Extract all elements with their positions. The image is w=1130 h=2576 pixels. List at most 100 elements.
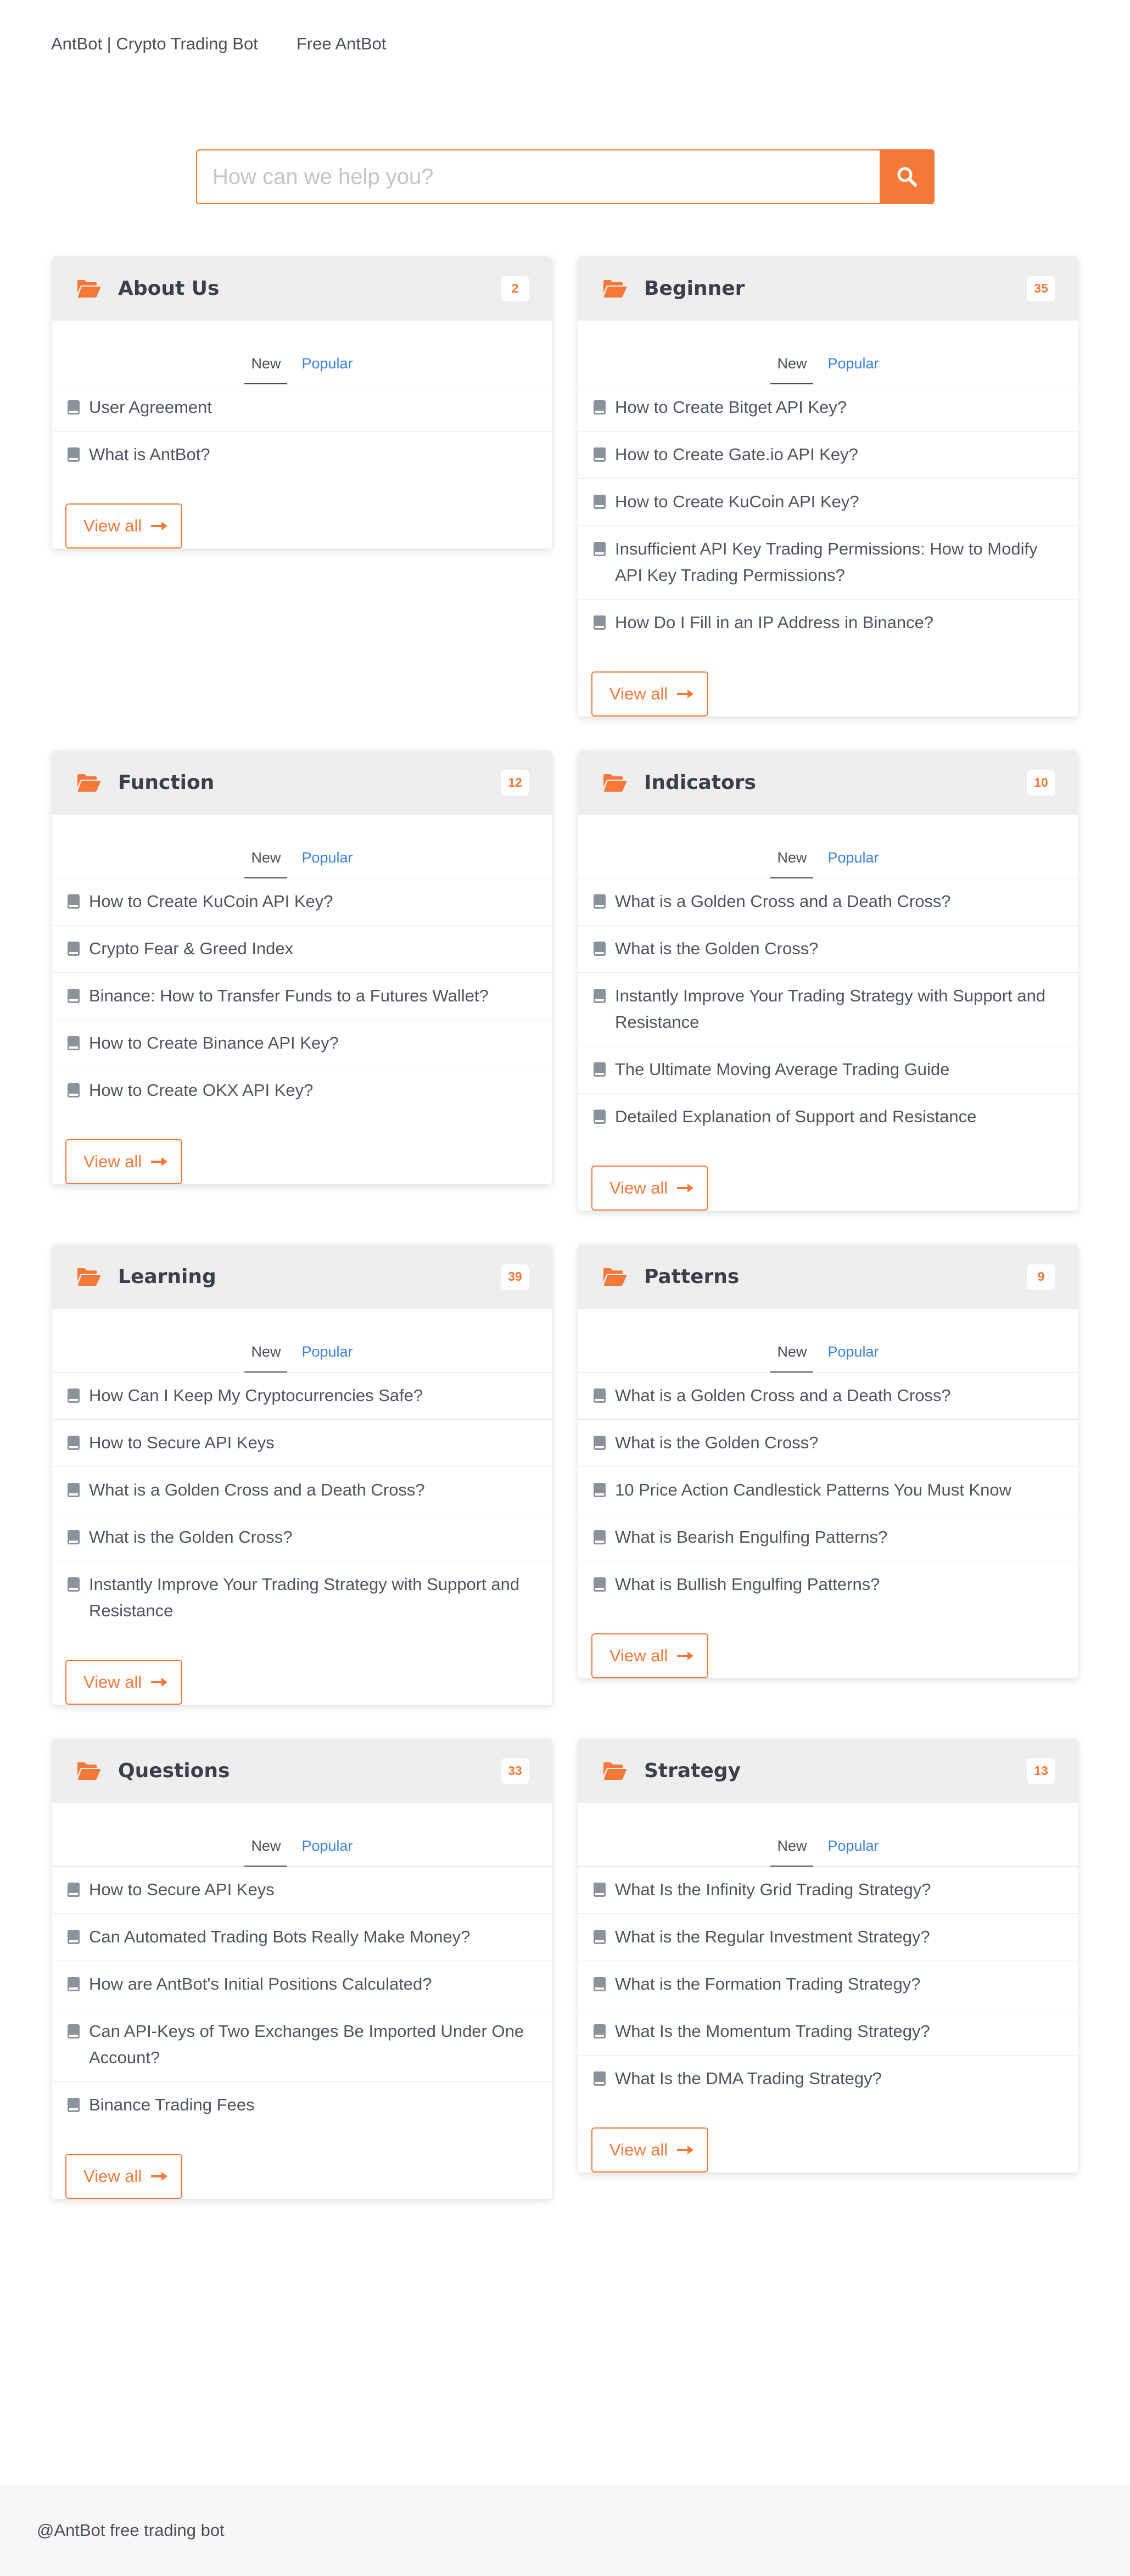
tab-popular[interactable]: Popular xyxy=(821,845,885,878)
category-header[interactable]: Beginner 35 xyxy=(578,256,1078,321)
category-header[interactable]: Strategy 13 xyxy=(578,1739,1078,1803)
category-header[interactable]: Function 12 xyxy=(52,751,552,815)
article-title[interactable]: Binance: How to Transfer Funds to a Futu… xyxy=(89,983,532,1009)
view-all-button[interactable]: View all xyxy=(591,1166,709,1211)
article-link[interactable]: What is the Golden Cross? xyxy=(52,1514,552,1561)
article-link[interactable]: What is the Formation Trading Strategy? xyxy=(578,1961,1078,2008)
view-all-button[interactable]: View all xyxy=(65,2154,183,2199)
article-title[interactable]: User Agreement xyxy=(89,394,532,421)
tab-popular[interactable]: Popular xyxy=(821,351,885,384)
article-link[interactable]: What Is the Momentum Trading Strategy? xyxy=(578,2008,1078,2056)
article-link[interactable]: What is the Golden Cross? xyxy=(578,926,1078,973)
article-link[interactable]: How Do I Fill in an IP Address in Binanc… xyxy=(578,600,1078,646)
tab-popular[interactable]: Popular xyxy=(295,351,359,384)
brand-link[interactable]: AntBot | Crypto Trading Bot xyxy=(51,34,258,54)
tab-popular[interactable]: Popular xyxy=(295,845,359,878)
search-button[interactable] xyxy=(880,149,935,204)
tab-new[interactable]: New xyxy=(244,351,288,384)
article-title[interactable]: What is the Formation Trading Strategy? xyxy=(615,1971,1058,1997)
category-title[interactable]: Patterns xyxy=(644,1265,1027,1288)
category-title[interactable]: Questions xyxy=(118,1760,501,1782)
article-title[interactable]: What is a Golden Cross and a Death Cross… xyxy=(615,1382,1058,1409)
article-title[interactable]: What is Bearish Engulfing Patterns? xyxy=(615,1524,1058,1550)
article-link[interactable]: User Agreement xyxy=(52,384,552,432)
article-link[interactable]: Can API-Keys of Two Exchanges Be Importe… xyxy=(52,2008,552,2082)
article-title[interactable]: What is the Golden Cross? xyxy=(89,1524,532,1550)
article-link[interactable]: What is Bullish Engulfing Patterns? xyxy=(578,1561,1078,1608)
article-title[interactable]: What is the Golden Cross? xyxy=(615,1430,1058,1456)
article-title[interactable]: Crypto Fear & Greed Index xyxy=(89,936,532,962)
tab-new[interactable]: New xyxy=(770,351,814,384)
tab-new[interactable]: New xyxy=(770,845,814,878)
category-title[interactable]: Strategy xyxy=(644,1760,1027,1782)
search-input[interactable] xyxy=(196,149,880,204)
article-link[interactable]: Instantly Improve Your Trading Strategy … xyxy=(52,1561,552,1634)
view-all-button[interactable]: View all xyxy=(591,671,709,716)
tab-popular[interactable]: Popular xyxy=(821,1833,885,1867)
article-link[interactable]: What Is the Infinity Grid Trading Strate… xyxy=(578,1867,1078,1914)
category-title[interactable]: Beginner xyxy=(644,277,1027,300)
article-title[interactable]: How are AntBot's Initial Positions Calcu… xyxy=(89,1971,532,1997)
free-antbot-link[interactable]: Free AntBot xyxy=(297,34,387,54)
view-all-button[interactable]: View all xyxy=(591,2127,709,2172)
article-link[interactable]: Binance Trading Fees xyxy=(52,2082,552,2129)
view-all-button[interactable]: View all xyxy=(65,1139,183,1184)
article-title[interactable]: What Is the Infinity Grid Trading Strate… xyxy=(615,1877,1058,1903)
article-link[interactable]: What is the Golden Cross? xyxy=(578,1420,1078,1467)
tab-new[interactable]: New xyxy=(770,1339,814,1373)
article-link[interactable]: Detailed Explanation of Support and Resi… xyxy=(578,1094,1078,1140)
article-title[interactable]: How to Create KuCoin API Key? xyxy=(615,489,1058,515)
category-header[interactable]: About Us 2 xyxy=(52,256,552,321)
category-header[interactable]: Patterns 9 xyxy=(578,1245,1078,1309)
article-title[interactable]: How to Secure API Keys xyxy=(89,1877,532,1903)
category-title[interactable]: About Us xyxy=(118,277,501,300)
tab-new[interactable]: New xyxy=(244,1339,288,1373)
article-link[interactable]: Insufficient API Key Trading Permissions… xyxy=(578,526,1078,600)
article-link[interactable]: What is Bearish Engulfing Patterns? xyxy=(578,1514,1078,1561)
view-all-button[interactable]: View all xyxy=(65,1660,183,1705)
article-title[interactable]: What Is the Momentum Trading Strategy? xyxy=(615,2018,1058,2045)
article-title[interactable]: What is a Golden Cross and a Death Cross… xyxy=(615,888,1058,915)
article-link[interactable]: 10 Price Action Candlestick Patterns You… xyxy=(578,1467,1078,1514)
article-link[interactable]: How to Create KuCoin API Key? xyxy=(52,878,552,926)
article-title[interactable]: Detailed Explanation of Support and Resi… xyxy=(615,1104,1058,1130)
tab-popular[interactable]: Popular xyxy=(821,1339,885,1373)
article-link[interactable]: What is a Golden Cross and a Death Cross… xyxy=(52,1467,552,1514)
article-title[interactable]: What is AntBot? xyxy=(89,441,532,468)
article-link[interactable]: How to Create Binance API Key? xyxy=(52,1020,552,1067)
tab-new[interactable]: New xyxy=(244,1833,288,1867)
article-link[interactable]: How to Create KuCoin API Key? xyxy=(578,479,1078,526)
article-title[interactable]: How to Create KuCoin API Key? xyxy=(89,888,532,915)
article-link[interactable]: What is the Regular Investment Strategy? xyxy=(578,1914,1078,1961)
category-title[interactable]: Learning xyxy=(118,1265,501,1288)
article-link[interactable]: Can Automated Trading Bots Really Make M… xyxy=(52,1914,552,1961)
article-title[interactable]: Can Automated Trading Bots Really Make M… xyxy=(89,1924,532,1950)
article-title[interactable]: Instantly Improve Your Trading Strategy … xyxy=(615,983,1058,1035)
tab-new[interactable]: New xyxy=(770,1833,814,1867)
article-title[interactable]: Binance Trading Fees xyxy=(89,2092,532,2118)
article-link[interactable]: How to Secure API Keys xyxy=(52,1420,552,1467)
category-header[interactable]: Indicators 10 xyxy=(578,751,1078,815)
article-title[interactable]: What is the Regular Investment Strategy? xyxy=(615,1924,1058,1950)
tab-popular[interactable]: Popular xyxy=(295,1339,359,1373)
category-header[interactable]: Questions 33 xyxy=(52,1739,552,1803)
tab-popular[interactable]: Popular xyxy=(295,1833,359,1867)
article-title[interactable]: What Is the DMA Trading Strategy? xyxy=(615,2065,1058,2092)
category-title[interactable]: Indicators xyxy=(644,771,1027,794)
article-link[interactable]: Binance: How to Transfer Funds to a Futu… xyxy=(52,973,552,1020)
article-link[interactable]: What Is the DMA Trading Strategy? xyxy=(578,2056,1078,2102)
article-title[interactable]: How to Create Binance API Key? xyxy=(89,1030,532,1056)
article-title[interactable]: How to Secure API Keys xyxy=(89,1430,532,1456)
category-title[interactable]: Function xyxy=(118,771,501,794)
category-header[interactable]: Learning 39 xyxy=(52,1245,552,1309)
article-title[interactable]: How to Create Gate.io API Key? xyxy=(615,441,1058,468)
article-title[interactable]: Insufficient API Key Trading Permissions… xyxy=(615,536,1058,589)
article-link[interactable]: How to Create Bitget API Key? xyxy=(578,384,1078,432)
article-title[interactable]: What is Bullish Engulfing Patterns? xyxy=(615,1571,1058,1598)
article-title[interactable]: Can API-Keys of Two Exchanges Be Importe… xyxy=(89,2018,532,2071)
article-link[interactable]: How to Secure API Keys xyxy=(52,1867,552,1914)
article-link[interactable]: Crypto Fear & Greed Index xyxy=(52,926,552,973)
article-title[interactable]: Instantly Improve Your Trading Strategy … xyxy=(89,1571,532,1624)
article-title[interactable]: How to Create Bitget API Key? xyxy=(615,394,1058,421)
article-title[interactable]: How Do I Fill in an IP Address in Binanc… xyxy=(615,609,1058,636)
